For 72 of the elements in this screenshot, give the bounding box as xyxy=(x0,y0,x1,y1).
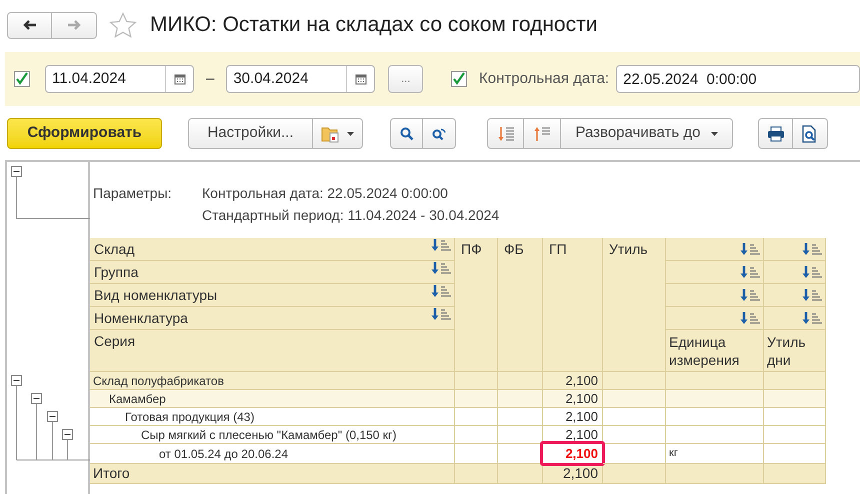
print-button[interactable] xyxy=(758,118,793,149)
back-button[interactable] xyxy=(7,12,52,38)
sort-icon[interactable] xyxy=(430,238,452,252)
sort-icon[interactable] xyxy=(801,288,823,302)
arrow-right-icon xyxy=(66,18,82,32)
header-label: Номенклатура xyxy=(94,309,188,328)
table-cell xyxy=(764,464,826,484)
caret-icon xyxy=(710,132,718,136)
collapse-toggle[interactable] xyxy=(62,429,73,440)
expand-to-dropdown[interactable]: Разворачивать до xyxy=(561,118,733,149)
control-date-label: Контрольная дата: xyxy=(479,68,610,89)
search-button[interactable] xyxy=(390,118,423,149)
column-header-cell: Утиль дни xyxy=(764,330,826,372)
table-cell: 2,100 xyxy=(543,464,603,484)
table-cell xyxy=(603,464,666,484)
date-picker[interactable]: 30.04.2024 xyxy=(226,65,376,93)
total-label-cell: Итого xyxy=(90,464,455,484)
favorite-star-icon[interactable] xyxy=(109,12,137,38)
period-button[interactable]: ... xyxy=(388,65,424,93)
collapse-toggle[interactable] xyxy=(47,411,58,422)
sort-icon[interactable] xyxy=(801,242,823,256)
generate-button[interactable]: Сформировать xyxy=(7,118,162,149)
variant-dropdown-button[interactable] xyxy=(313,118,363,149)
header-label: Группа xyxy=(94,263,138,282)
collapse-all-button[interactable] xyxy=(524,118,561,149)
column-header-cell: Утиль xyxy=(603,238,666,372)
date-picker[interactable]: 11.04.2024 xyxy=(45,65,194,93)
date-field[interactable]: 30.04.2024 xyxy=(227,66,346,92)
sort-icon[interactable] xyxy=(801,311,823,325)
folder-document-icon xyxy=(321,124,341,142)
date-field[interactable]: 11.04.2024 xyxy=(46,66,165,92)
collapse-toggle[interactable] xyxy=(31,393,42,404)
column-header-cell: Единица измерения xyxy=(666,330,764,372)
parameter-text: Контрольная дата: 22.05.2024 0:00:00 xyxy=(202,184,449,203)
sort-icon[interactable] xyxy=(739,311,761,325)
column-header-cell: ПФ xyxy=(455,238,498,372)
print-preview-button[interactable] xyxy=(793,118,828,149)
checkbox[interactable] xyxy=(14,71,30,87)
settings-button[interactable]: Настройки... xyxy=(188,118,313,149)
sort-icon[interactable] xyxy=(739,288,761,302)
sort-icon[interactable] xyxy=(739,265,761,279)
sort-icon[interactable] xyxy=(430,261,452,275)
checkbox[interactable] xyxy=(451,71,468,87)
header-label: Серия xyxy=(94,332,136,351)
collapse-toggle[interactable] xyxy=(11,375,22,386)
document-search-icon xyxy=(802,124,818,142)
search-next-button[interactable] xyxy=(423,118,456,149)
table-cell xyxy=(455,464,498,484)
dash-separator: – xyxy=(206,68,214,89)
window-title: МИКО: Остатки на складах со соком годности xyxy=(150,12,598,38)
arrow-down-list-icon xyxy=(496,126,514,142)
sort-icon[interactable] xyxy=(430,284,452,298)
arrow-left-icon xyxy=(22,18,38,32)
table-cell xyxy=(498,464,543,484)
sort-icon[interactable] xyxy=(739,242,761,256)
collapse-toggle[interactable] xyxy=(11,166,22,177)
parameter-text: Стандартный период: 11.04.2024 - 30.04.2024 xyxy=(202,206,500,225)
sort-icon[interactable] xyxy=(801,265,823,279)
highlighted-value: 2,100 xyxy=(540,441,605,466)
header-label: Склад xyxy=(94,240,135,259)
header-label: Вид номенклатуры xyxy=(94,286,218,305)
printer-icon xyxy=(766,126,784,142)
parameters-label: Параметры: xyxy=(93,184,173,203)
search-icon xyxy=(400,126,414,140)
expand-all-button[interactable] xyxy=(487,118,524,149)
column-header-cell: ФБ xyxy=(498,238,543,372)
search-next-icon xyxy=(431,126,447,140)
caret-icon xyxy=(347,132,354,136)
sort-icon[interactable] xyxy=(430,307,452,321)
column-header-cell: ГП xyxy=(543,238,603,372)
control-date-field[interactable]: 22.05.2024 0:00:00 xyxy=(616,65,860,93)
arrow-up-list-icon xyxy=(533,126,551,142)
